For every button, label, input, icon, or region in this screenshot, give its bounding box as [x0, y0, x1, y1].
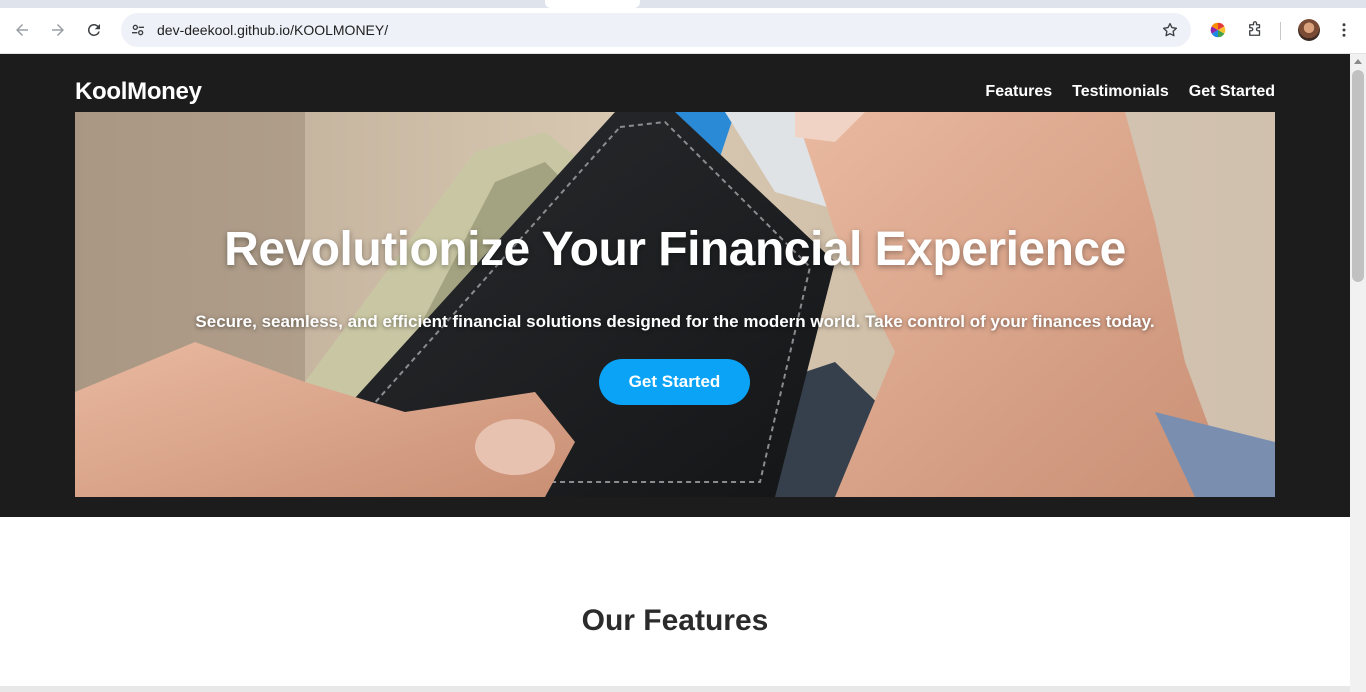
color-extension-icon[interactable]	[1208, 20, 1228, 40]
nav-link-testimonials[interactable]: Testimonials	[1072, 83, 1169, 101]
hero-subtitle: Secure, seamless, and efficient financia…	[195, 312, 1155, 331]
nav-link-features[interactable]: Features	[985, 83, 1052, 101]
horizontal-scrollbar[interactable]	[0, 686, 1350, 692]
site-header: KoolMoney Features Testimonials Get Star…	[0, 54, 1350, 517]
toolbar-divider	[1280, 22, 1281, 40]
site-info-icon[interactable]	[129, 21, 147, 39]
features-heading: Our Features	[581, 604, 769, 637]
scroll-up-arrow-icon[interactable]	[1354, 59, 1362, 64]
site-logo[interactable]: KoolMoney	[75, 78, 202, 106]
scrollbar-thumb[interactable]	[1352, 70, 1364, 282]
get-started-button[interactable]: Get Started	[599, 359, 750, 405]
back-icon[interactable]	[8, 16, 36, 44]
page-viewport: KoolMoney Features Testimonials Get Star…	[0, 54, 1350, 692]
browser-toolbar: dev-deekool.github.io/KOOLMONEY/	[0, 8, 1366, 54]
profile-avatar[interactable]	[1298, 19, 1320, 41]
nav-link-get-started[interactable]: Get Started	[1189, 83, 1275, 101]
active-tab[interactable]	[545, 0, 640, 8]
site-nav: Features Testimonials Get Started	[985, 83, 1275, 101]
hero-section: Revolutionize Your Financial Experience …	[75, 112, 1275, 497]
bookmark-star-icon[interactable]	[1161, 21, 1179, 39]
address-bar[interactable]: dev-deekool.github.io/KOOLMONEY/	[121, 13, 1191, 47]
hero-wallet-photo	[75, 112, 1275, 497]
reload-icon[interactable]	[80, 16, 108, 44]
vertical-scrollbar[interactable]	[1350, 54, 1366, 692]
tab-strip	[0, 0, 1366, 8]
more-menu-icon[interactable]	[1334, 20, 1354, 40]
hero-title: Revolutionize Your Financial Experience	[224, 223, 1126, 276]
url-text[interactable]: dev-deekool.github.io/KOOLMONEY/	[157, 21, 388, 39]
forward-icon[interactable]	[44, 16, 72, 44]
extensions-puzzle-icon[interactable]	[1245, 20, 1265, 40]
